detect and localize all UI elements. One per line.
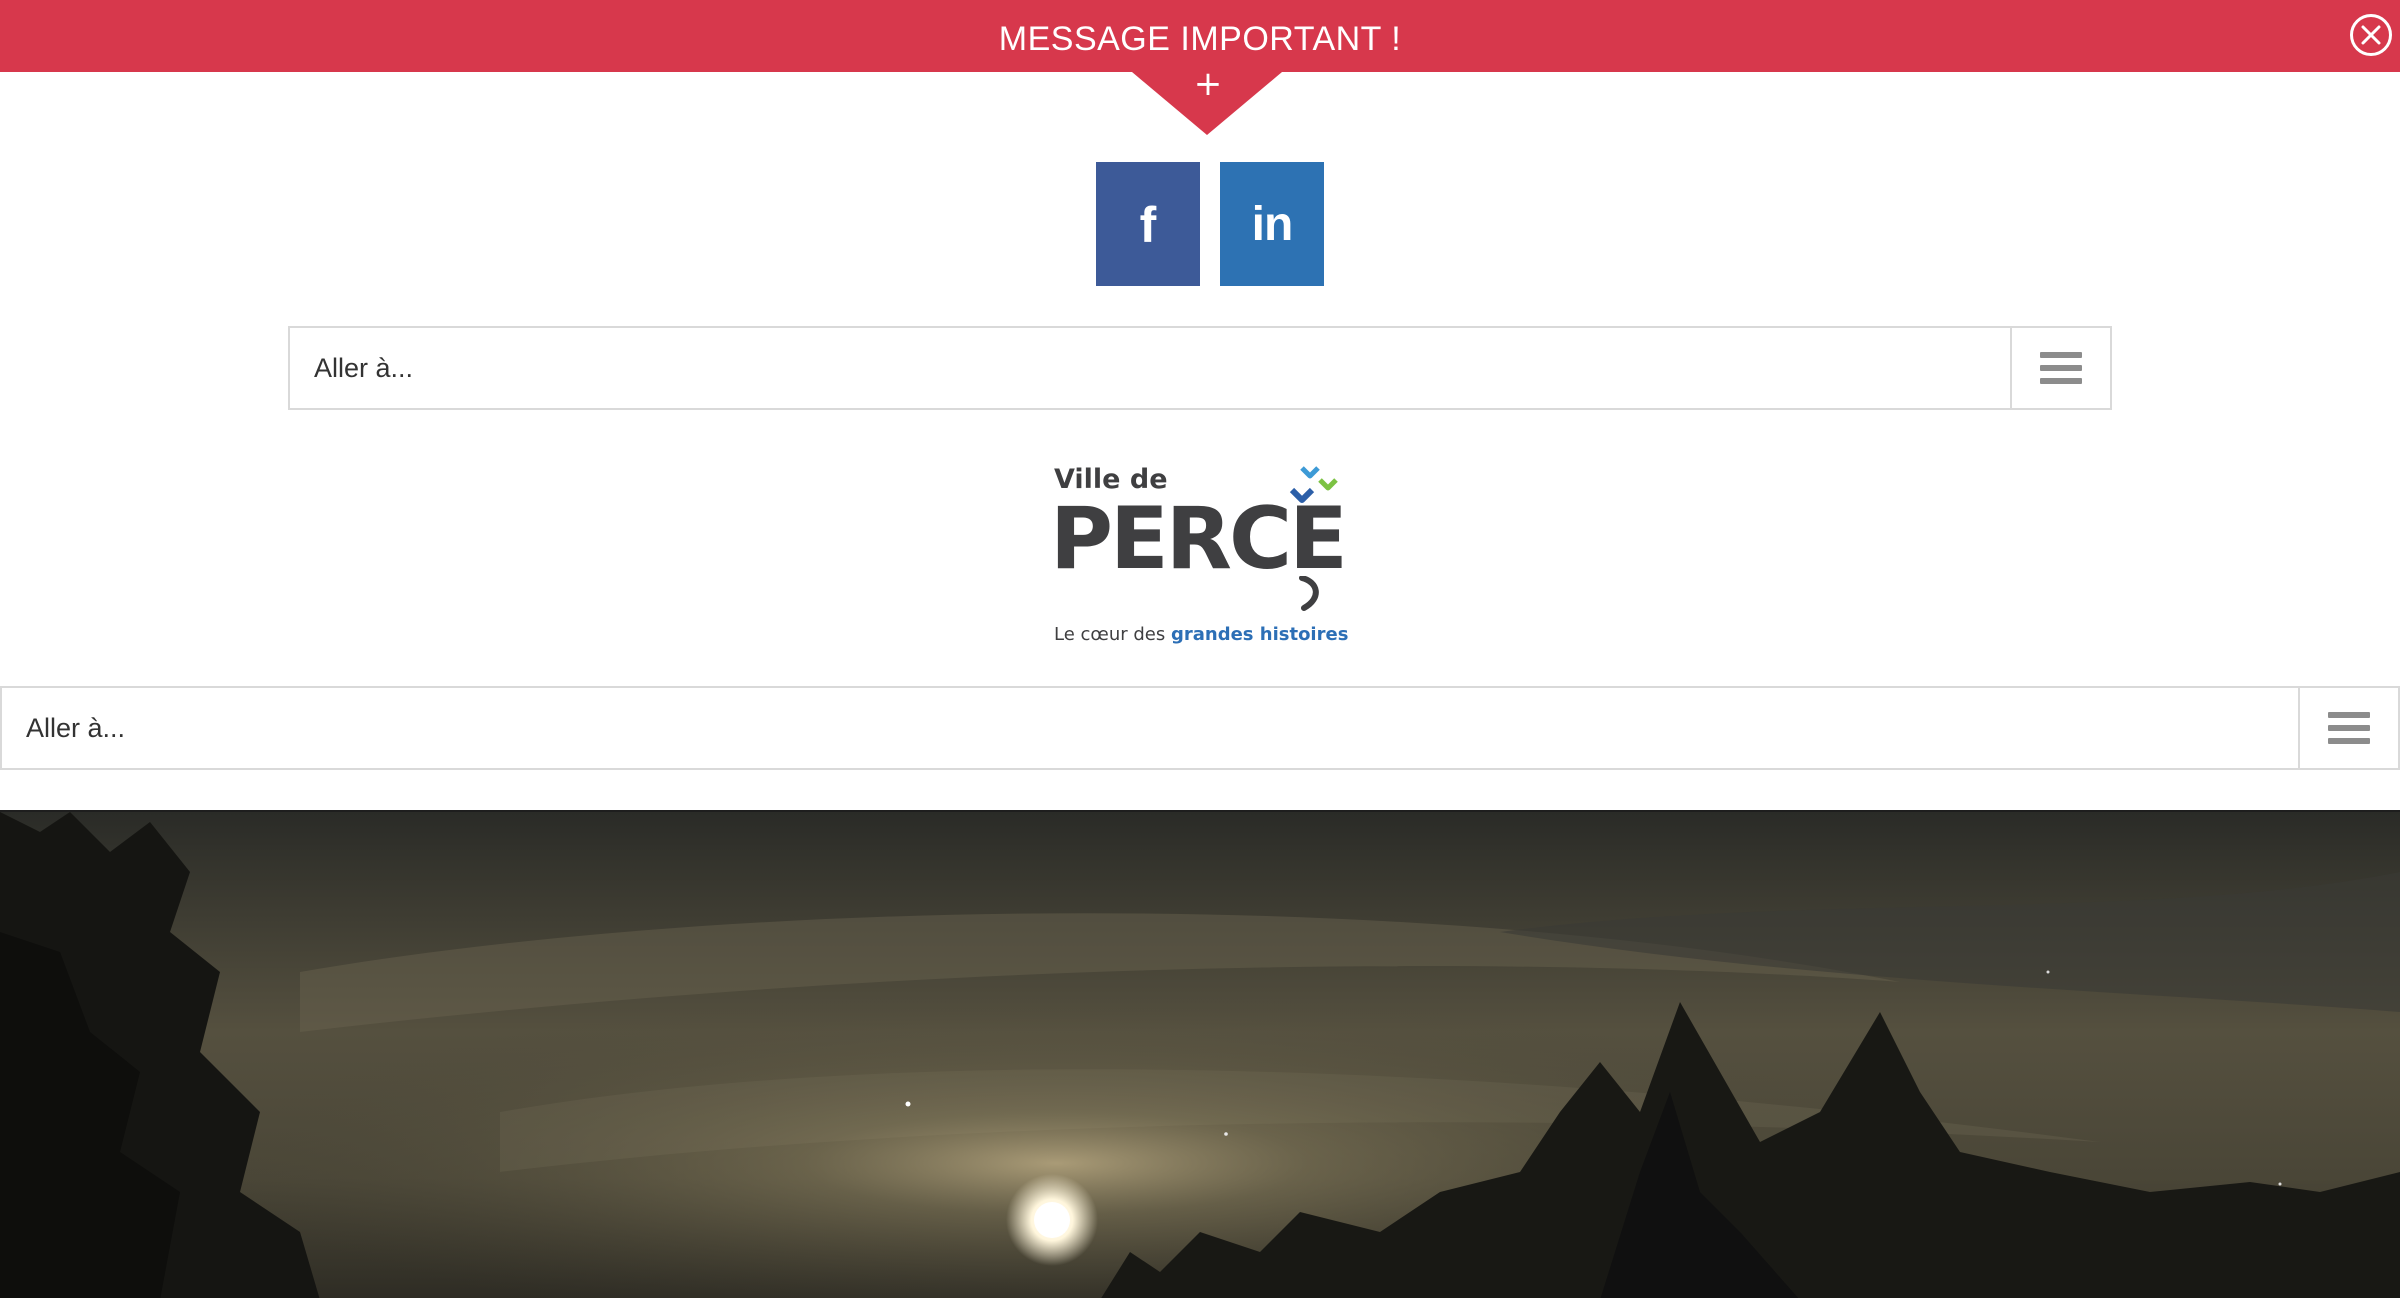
hamburger-icon <box>2040 345 2082 391</box>
logo-checkmarks-icon <box>1289 466 1338 503</box>
important-message-title[interactable]: MESSAGE IMPORTANT ! <box>0 0 2400 72</box>
facebook-icon: f <box>1139 197 1157 253</box>
night-sky-photo <box>0 812 2400 1298</box>
top-nav-menu-button[interactable] <box>2010 328 2110 408</box>
main-nav-label[interactable]: Aller à... <box>26 688 125 768</box>
main-nav-select[interactable]: Aller à... <box>0 686 2400 770</box>
ville-de-perce-logo[interactable]: Ville de PERCE Le cœur des grandes histo… <box>1050 464 1350 654</box>
logo-tagline: Le cœur des grandes histoires <box>1054 624 1349 645</box>
top-nav-select[interactable]: Aller à... <box>288 326 2112 410</box>
main-nav-menu-button[interactable] <box>2298 688 2398 768</box>
hamburger-icon <box>2328 705 2370 751</box>
facebook-button[interactable]: f <box>1096 162 1200 286</box>
linkedin-icon: in <box>1251 197 1294 251</box>
linkedin-button[interactable]: in <box>1220 162 1324 286</box>
top-nav-label[interactable]: Aller à... <box>314 328 413 408</box>
logo-cedilla-mark <box>1299 576 1319 611</box>
expand-message-icon[interactable]: + <box>1180 64 1236 104</box>
hero-banner-image <box>0 810 2400 1298</box>
